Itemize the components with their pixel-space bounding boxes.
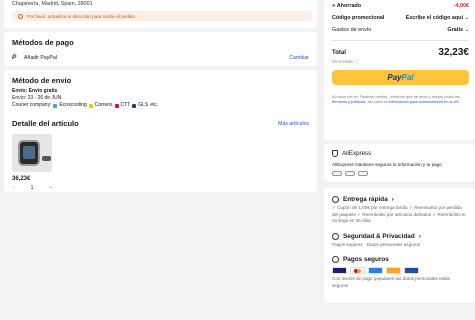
paypal-label-pal: Pal [401,73,414,82]
clock-icon [332,196,339,203]
address-card: Chapinería, Madrid, Spain, 28001 Por fav… [4,0,317,28]
promo-label: Código promocional [332,15,385,21]
check-shield-icon [332,232,339,240]
courier-ecoscooting: Ecoscooting [59,102,87,108]
decrease-quantity-button[interactable]: − [12,185,15,191]
discover-logo-icon [386,267,401,274]
trust-badges [332,171,467,176]
secure-payments-block: Pagos seguros Con socios de pago popular… [332,256,467,289]
visa-logo-icon [332,267,347,274]
shield-icon [332,150,338,157]
secure-payments-body: Con socios de pago populares tus datos p… [332,276,451,288]
total-value: 32,23€ [438,47,469,58]
shipping-dates: Envío: 23 - 26 de JUN [12,95,62,101]
paypal-icon: P [12,54,17,61]
quantity-stepper: − 1 + [12,184,52,192]
summary-card: ● Ahorrado -4,00€ Código promocional Esc… [324,0,475,140]
total-row: Total 32,23€ [332,47,469,58]
chevron-down-icon: ⌄ [464,15,469,21]
watch-band-image [42,156,51,161]
fast-delivery-block[interactable]: Entrega rápida › ✓ Cupón de 1,00€ por ent… [332,196,467,225]
chevron-down-icon: ⌄ [464,27,469,33]
fast-delivery-body: ✓ Cupón de 1,00€ por entrega tardía ✓ Re… [332,205,466,223]
security-title: Seguridad & Privacidad [343,232,415,240]
total-label: Total [332,49,346,56]
secure-payments-title: Pagos seguros [343,256,389,263]
ecoscooting-icon [53,103,58,108]
courier-line: Courier company: Ecoscooting Correos CTT… [12,102,309,109]
order-summary-column: ● Ahorrado -4,00€ Código promocional Esc… [324,0,475,303]
legal-text: Al hacer clic en 'Realizar pedido', conf… [332,94,461,104]
payment-card: Métodos de pago P Añadir PayPal Cambiar [4,32,317,66]
change-payment-link[interactable]: Cambiar [289,55,309,61]
courier-correos: Correos [94,102,113,108]
chevron-right-icon: › [418,232,421,240]
safekey-logo-icon [368,267,383,274]
verified-badge-icon [358,171,368,176]
security-body: Pagos seguros · Datos personales seguros [332,241,421,247]
terms-link[interactable]: términos y políticas [332,99,365,104]
checkout-left-column: Chapinería, Madrid, Spain, 28001 Por fav… [4,0,317,196]
shipping-cost-row[interactable]: Gastos de envío Gratis ⌄ [332,24,469,36]
address-warning: Por favor, actualiza tu dirección para r… [12,11,312,21]
trust-card: AliExpress AliExpress mantiene seguros t… [324,144,475,182]
payment-title: Métodos de pago [12,38,74,47]
trust-header: AliExpress [332,150,467,157]
chevron-right-icon: › [391,196,394,203]
address-warning-text: Por favor, actualiza tu dirección para r… [27,13,136,19]
shipping-cost-label: Gastos de envío [332,27,372,33]
security-badge-icon [345,171,355,176]
divider [332,40,469,41]
item-details-title: Detalle del artículo [12,119,79,128]
shipping-type: Envío: Envío gratis [12,88,58,94]
ctt-icon [114,103,119,108]
shipping-title: Método de envío [12,76,72,85]
item-details-header: Detalle del artículo Más artículos [12,119,309,128]
courier-prefix: Courier company: [12,102,52,108]
shipping-card: Método de envío Envío: Envío gratis Enví… [4,70,317,192]
brand-name: AliExpress [342,150,372,157]
gls-icon [132,103,137,108]
promo-input[interactable]: Escribe el código aquí [406,15,463,21]
saved-row[interactable]: ● Ahorrado -4,00€ [332,0,469,12]
courier-gls: GLS [138,102,149,108]
saved-value: -4,00€ [453,3,469,9]
saved-label: Ahorrado [336,3,362,9]
info-icon[interactable]: ⓘ [355,59,359,64]
benefits-card: Entrega rápida › ✓ Cupón de 1,00€ por ent… [324,188,475,303]
smartwatch-image [18,140,40,166]
jcb-logo-icon [404,267,419,274]
trust-text: AliExpress mantiene seguros tu informaci… [332,162,442,167]
correos-icon [88,103,93,108]
more-items-link[interactable]: Más artículos [278,121,309,127]
payment-method-label: Añadir PayPal [24,54,57,61]
security-block[interactable]: Seguridad & Privacidad › Pagos seguros · … [332,232,467,249]
warning-icon [18,13,23,19]
payment-method-row[interactable]: P Añadir PayPal Cambiar [12,54,309,61]
eu-consumer-info-link[interactable]: Información para consumidores en la UE [388,99,459,104]
product-thumbnail[interactable] [12,134,52,172]
saved-icon: ● [332,3,336,9]
payment-logos [332,267,467,274]
courier-etc: etc. [150,102,159,108]
lock-icon [332,256,339,263]
address-line: Chapinería, Madrid, Spain, 28001 [12,1,93,7]
shipping-cost-value: Gratis [447,27,463,33]
item-price: 36,23€ [12,176,31,182]
promo-row[interactable]: Código promocional Escribe el código aqu… [332,12,469,24]
paypal-button[interactable]: Pay Pal [332,70,469,85]
increase-quantity-button[interactable]: + [49,185,52,191]
fast-delivery-title: Entrega rápida [343,196,388,203]
mastercard-logo-icon [350,267,365,274]
paypal-label-pay: Pay [387,73,402,82]
quantity-value[interactable]: 1 [31,185,34,191]
courier-ctt: CTT [120,102,131,108]
iva-note: IVA incluido ⓘ [332,59,359,64]
toggle-badge-icon [332,171,342,176]
